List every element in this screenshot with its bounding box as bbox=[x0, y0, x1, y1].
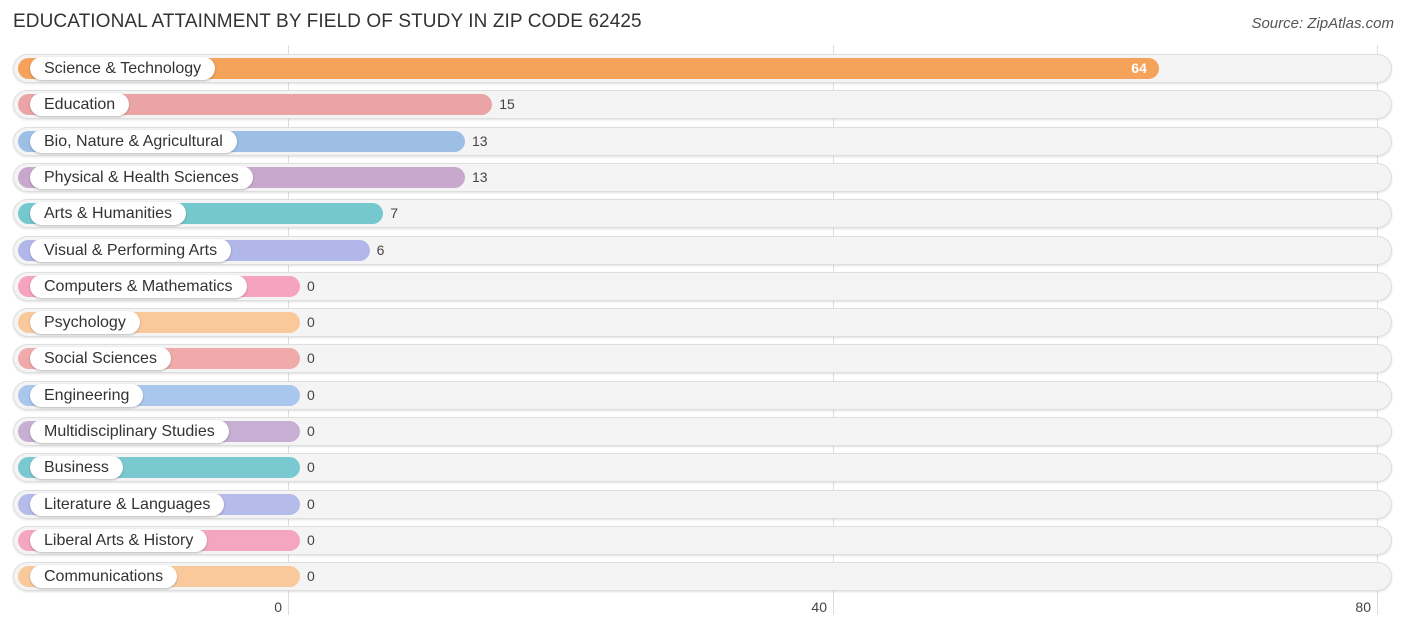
data-label: 0 bbox=[307, 350, 315, 366]
plot-area: 0 40 80 Science & Technology 64 Education 15 Bi… bbox=[0, 0, 1406, 631]
data-label: 13 bbox=[471, 133, 488, 149]
category-label: Physical & Health Sciences bbox=[30, 166, 253, 189]
category-label: Engineering bbox=[30, 384, 144, 407]
data-label: 0 bbox=[307, 532, 315, 548]
category-label: Communications bbox=[30, 565, 178, 588]
category-label: Business bbox=[30, 456, 123, 479]
data-label: 0 bbox=[307, 459, 315, 475]
data-label: 0 bbox=[307, 496, 315, 512]
category-label: Psychology bbox=[30, 311, 140, 334]
category-label: Bio, Nature & Agricultural bbox=[30, 130, 237, 153]
data-label: 0 bbox=[307, 314, 315, 330]
data-label: 0 bbox=[307, 278, 315, 294]
category-label: Arts & Humanities bbox=[30, 202, 187, 225]
x-tick-label: 40 bbox=[811, 599, 827, 615]
category-label: Education bbox=[30, 93, 130, 116]
data-label: 0 bbox=[307, 423, 315, 439]
x-tick-label: 80 bbox=[1355, 599, 1371, 615]
data-label: 7 bbox=[390, 205, 399, 221]
category-label: Social Sciences bbox=[30, 347, 171, 370]
category-label: Visual & Performing Arts bbox=[30, 239, 232, 262]
data-label: 15 bbox=[499, 96, 515, 112]
category-label: Multidisciplinary Studies bbox=[30, 420, 229, 443]
x-tick-label: 0 bbox=[274, 599, 282, 615]
data-label: 6 bbox=[376, 242, 385, 258]
data-label: 13 bbox=[471, 169, 488, 185]
category-label: Literature & Languages bbox=[30, 493, 225, 516]
data-label: 64 bbox=[1131, 60, 1147, 76]
category-label: Computers & Mathematics bbox=[30, 275, 247, 298]
data-label: 0 bbox=[307, 568, 315, 584]
category-label: Liberal Arts & History bbox=[30, 529, 208, 552]
category-label: Science & Technology bbox=[30, 57, 216, 80]
data-label: 0 bbox=[307, 387, 315, 403]
